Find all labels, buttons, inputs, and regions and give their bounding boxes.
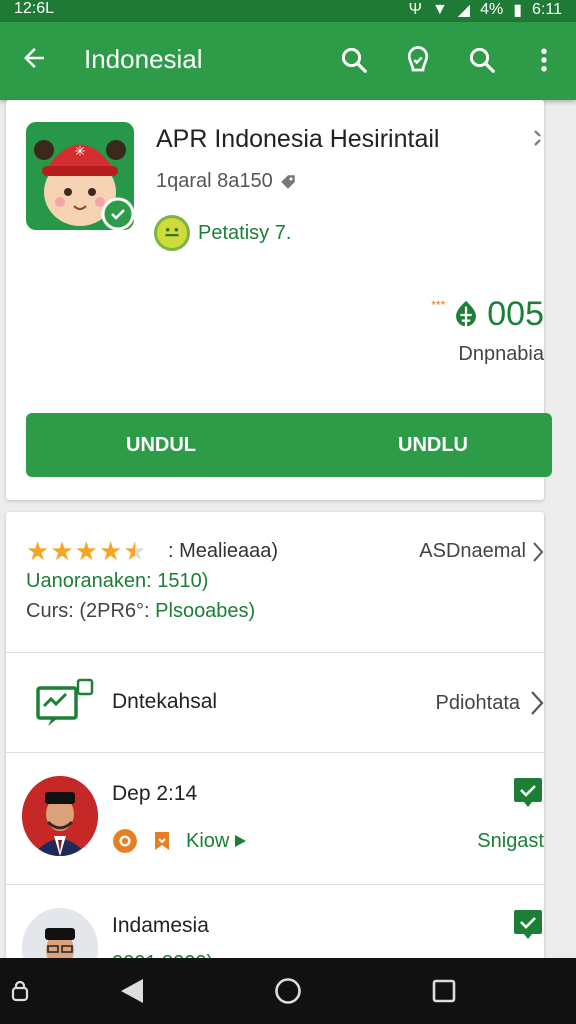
price-block: *** 005	[431, 295, 544, 334]
back-button[interactable]	[16, 40, 52, 76]
price-value: 005	[487, 295, 544, 333]
signal-icon: ◢	[457, 2, 471, 19]
nav-recents-button[interactable]	[428, 975, 460, 1007]
app-icon[interactable]: ✳	[26, 122, 134, 230]
nav-home-button[interactable]	[272, 975, 304, 1007]
rating-more-label: ASDnaemal	[419, 540, 526, 562]
reviews-label: Dntekahsal	[112, 690, 218, 713]
avatar[interactable]	[22, 908, 98, 962]
rating-section[interactable]: ★ ★ ★ ★ ★ : Mealieaaa) ASDnaemal Uanoranaken…	[6, 512, 544, 652]
status-clock: 6:11	[532, 1, 562, 18]
accessibility-button[interactable]	[4, 975, 36, 1007]
rating-label: : Mealieaaa)	[168, 540, 279, 562]
chevron-more-icon	[534, 130, 541, 146]
mascot-icon: ✳	[34, 140, 134, 230]
lock-icon	[11, 980, 29, 1002]
app-developer: 1qaral 8a150	[156, 170, 297, 193]
status-time: 12:6L	[14, 0, 55, 17]
install-label-left: UNDUL	[126, 434, 196, 456]
bookmark-icon	[155, 832, 169, 850]
install-label-right: UNDLU	[398, 434, 468, 456]
star-icon: ★	[50, 536, 74, 566]
tag-icon	[281, 174, 295, 189]
app-more-button[interactable]	[532, 128, 544, 153]
search-icon	[469, 47, 495, 73]
status-bar: 12:6L Ψ ▼ ◢ 4% ▮ 6:11	[0, 0, 576, 22]
downloads-count: Uanoranaken: 1510)	[26, 570, 209, 592]
search-button-2[interactable]	[462, 40, 502, 80]
system-nav-bar	[0, 958, 576, 1024]
message-check-icon[interactable]	[512, 776, 544, 808]
content-rating-prefix: Curs: (2PR6°:	[26, 600, 150, 622]
app-developer-text: 1qaral 8a150	[156, 170, 273, 192]
battery-icon: ▮	[513, 2, 523, 19]
svg-text:✳: ✳	[74, 144, 86, 160]
app-name: APR Indonesia Hesirintail	[156, 125, 440, 153]
comment-item[interactable]: Indamesia 2201 8200)	[6, 884, 544, 962]
search-button[interactable]	[334, 40, 374, 80]
wifi-icon: ▼	[431, 1, 448, 18]
status-icons: Ψ ▼ ◢ 4% ▮ 6:11	[409, 0, 562, 20]
wishlist-button[interactable]	[398, 40, 438, 80]
reviews-more-label: Pdiohtata	[435, 691, 520, 714]
orange-badge-icon	[113, 829, 137, 853]
rating-stars: ★ ★ ★ ★ ★	[26, 538, 147, 564]
reviews-more[interactable]: Pdiohtata	[435, 690, 544, 716]
play-icon	[235, 835, 247, 847]
reviews-row[interactable]: Dntekahsal Pdiohtata	[6, 652, 544, 752]
comment-item[interactable]: Dep 2:14 Kiow Snigast	[6, 752, 544, 884]
usb-icon: Ψ	[408, 1, 422, 18]
app-bar: Indonesial	[0, 22, 576, 100]
more-options-button[interactable]	[524, 40, 564, 80]
chevron-right-icon	[533, 541, 544, 562]
triangle-back-icon	[121, 979, 143, 1003]
rating-more[interactable]: ASDnaemal	[419, 540, 544, 563]
star-icon: ★	[123, 536, 147, 566]
circle-home-icon	[275, 978, 301, 1004]
message-check-icon[interactable]	[512, 908, 544, 940]
install-button[interactable]: UNDUL UNDLU	[26, 413, 552, 477]
price-subtitle: Dnpnabia	[458, 343, 544, 365]
details-card: ★ ★ ★ ★ ★ : Mealieaaa) ASDnaemal Uanoranaken…	[6, 512, 544, 962]
content-rating: Curs: (2PR6°: Plsooabes)	[26, 600, 255, 623]
chevron-right-icon	[531, 691, 544, 715]
editors-badge: Petatisy 7.	[154, 215, 291, 251]
star-icon: ★	[74, 536, 98, 566]
avatar[interactable]	[22, 776, 98, 856]
search-icon	[341, 47, 367, 73]
battery-percent: 4%	[480, 1, 504, 18]
star-icon: ★	[98, 536, 123, 566]
comment-author: Dep 2:14	[112, 782, 198, 805]
comment-action-label[interactable]: Snigast	[477, 830, 544, 853]
nav-back-button[interactable]	[116, 975, 148, 1007]
smiley-badge-icon	[154, 215, 190, 251]
page-title: Indonesial	[84, 44, 203, 74]
badge-label: Petatisy 7.	[198, 221, 292, 244]
app-header-card: ✳ APR Indonesia Hesirintail 1qaral 8a150…	[6, 100, 552, 500]
comment-author: Indamesia	[112, 914, 209, 937]
star-icon: ★	[26, 536, 50, 566]
review-chat-icon	[36, 678, 94, 726]
square-recents-icon	[432, 979, 456, 1003]
content-rating-value: Plsooabes)	[155, 600, 256, 622]
comment-meta: Kiow	[112, 828, 247, 854]
comment-link[interactable]: Kiow	[186, 830, 247, 853]
arrow-back-icon	[24, 48, 44, 68]
leaf-currency-icon	[456, 300, 477, 329]
comment-link-label: Kiow	[186, 829, 230, 852]
price-stars: ***	[431, 297, 446, 312]
more-vert-icon	[541, 48, 547, 72]
bookmark-check-icon	[407, 46, 429, 72]
